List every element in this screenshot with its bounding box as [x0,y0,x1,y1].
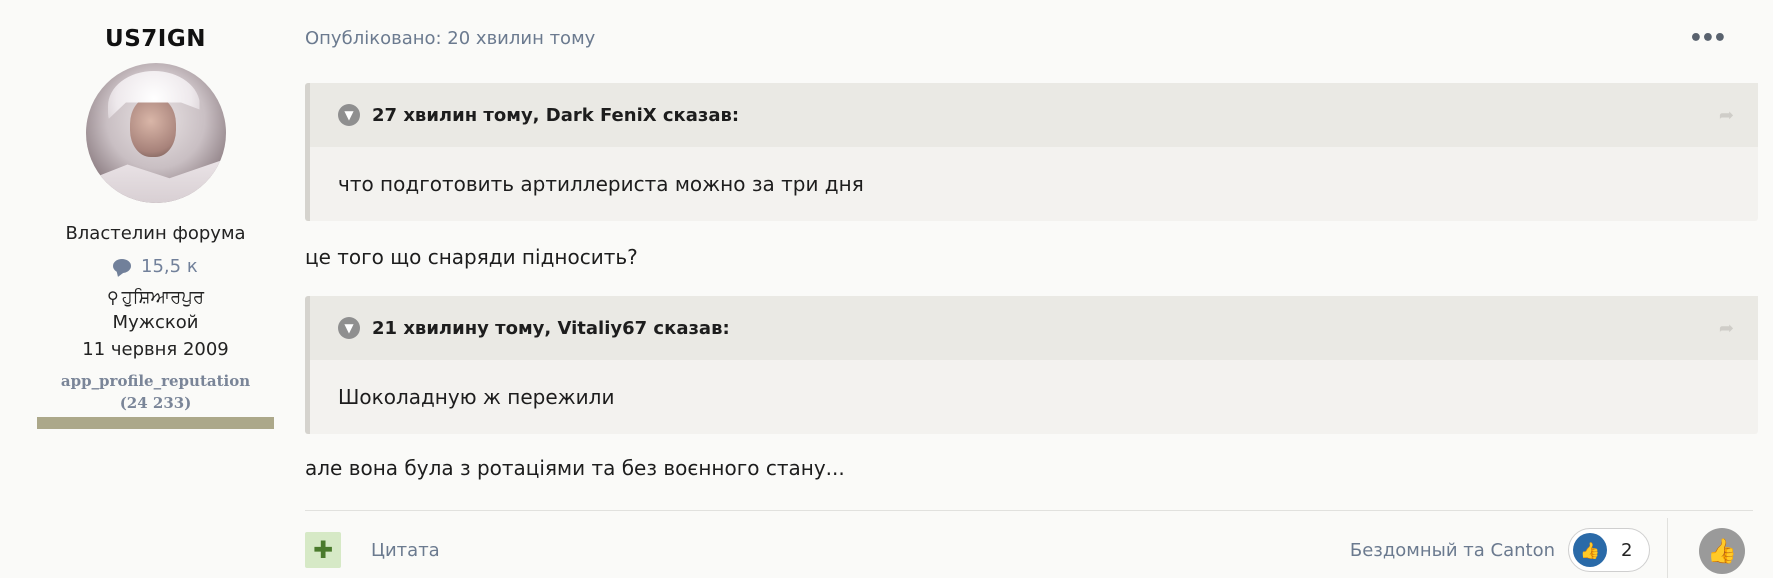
quote-body: Шоколадную ж пережили [338,385,615,409]
share-icon[interactable]: ➦ [1719,105,1734,126]
reputation-label: app_profile_reputation [60,372,251,390]
quote-block: ▼ 21 хвилину тому, Vitaliy67 сказав: ➦ Ш… [305,296,1758,434]
reaction-count: 2 [1621,539,1633,561]
share-icon[interactable]: ➦ [1719,318,1734,339]
reputation-value: (24 233) [119,394,192,412]
reactors-list[interactable]: Бездомный та Canton [1350,540,1555,561]
thumbs-up-icon: 👍 [1573,533,1607,567]
author-name[interactable]: US7IGN [37,26,274,52]
post-text: але вона була з ротаціями та без воєнног… [305,456,845,480]
author-gender: Мужской [112,312,199,333]
quote-block: ▼ 27 хвилин тому, Dark FeniX сказав: ➦ ч… [305,83,1758,221]
chevron-down-icon[interactable]: ▼ [338,317,360,339]
author-panel: US7IGN Властелин форума 15,5 к ⚲ ਹੁਸ਼ਿਆਰਪ… [37,0,274,429]
divider [305,510,1753,511]
author-rank: Властелин форума [65,223,246,244]
quote-body: что подготовить артиллериста можно за тр… [338,172,864,196]
author-location: ⚲ ਹੁਸ਼ਿਆਰਪੁਰ [37,287,274,308]
author-joined-date: 11 червня 2009 [82,339,229,360]
chevron-down-icon[interactable]: ▼ [338,104,360,126]
post-text: це того що снаряди підносить? [305,245,638,269]
post-timestamp[interactable]: Опубліковано: 20 хвилин тому [305,28,595,49]
multiquote-plus-button[interactable]: ✚ [305,532,341,568]
post-count-value: 15,5 к [141,256,198,277]
quote-header[interactable]: ▼ 21 хвилину тому, Vitaliy67 сказав: ➦ [310,296,1758,360]
author-post-count[interactable]: 15,5 к [37,256,274,277]
thumbs-up-icon[interactable]: 👍 [1699,528,1745,574]
divider [1667,518,1668,578]
quote-citation: 27 хвилин тому, Dark FeniX сказав: [372,104,740,126]
reputation-bar [37,417,274,429]
comment-icon [113,259,132,273]
quote-button[interactable]: Цитата [371,540,440,561]
quote-citation: 21 хвилину тому, Vitaliy67 сказав: [372,317,730,339]
map-pin-icon: ⚲ [106,288,119,307]
quote-header[interactable]: ▼ 27 хвилин тому, Dark FeniX сказав: ➦ [310,83,1758,147]
avatar-face [129,97,176,157]
plus-icon: ✚ [312,536,334,564]
location-value: ਹੁਸ਼ਿਆਰਪੁਰ [121,287,205,308]
avatar[interactable] [85,63,226,203]
ellipsis-icon[interactable]: ••• [1689,26,1727,51]
reaction-count-button[interactable]: 👍 2 [1568,528,1650,572]
